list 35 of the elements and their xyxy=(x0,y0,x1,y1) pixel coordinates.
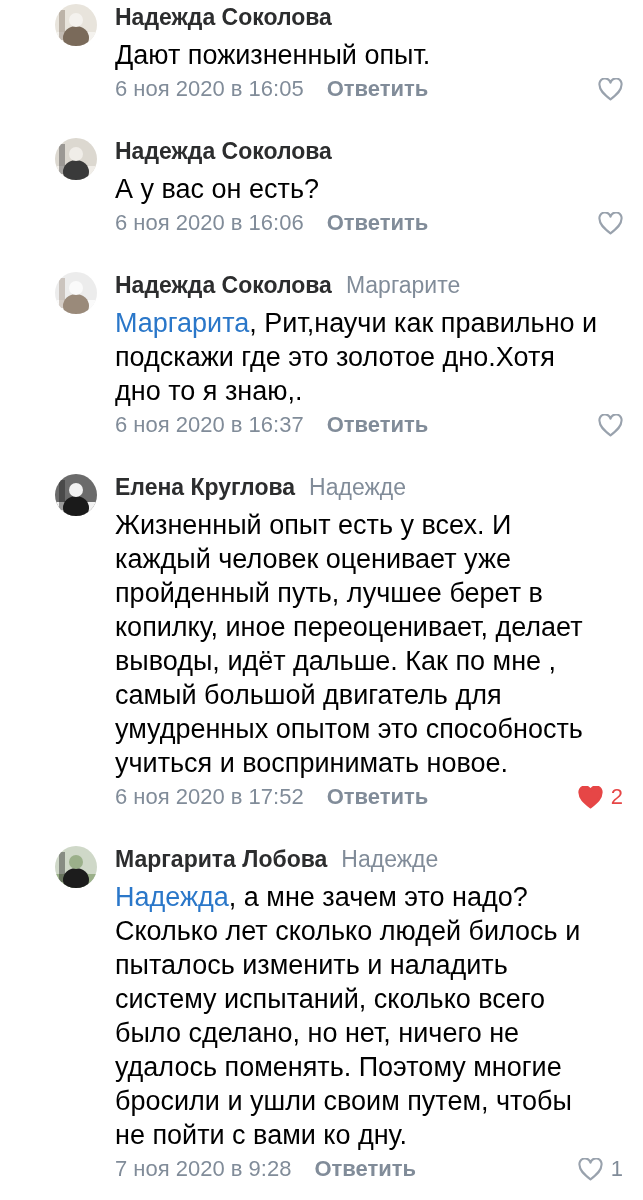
author-name[interactable]: Надежда Соколова xyxy=(115,4,332,31)
comment-text: Жизненный опыт есть у всех. И каждый человек оценивает уже пройденный путь, лучшее берет в копилку, иное переоценивает, делает выводы, идёт дальше. Как по мне , самый большой двигатель для умудренных опытом это способность учиться и воспринимать новое. xyxy=(115,509,584,780)
reply-to-name[interactable]: Надежде xyxy=(309,474,407,501)
reply-to-name[interactable]: Маргарите xyxy=(345,272,461,299)
heart-icon xyxy=(598,77,623,101)
reply-link[interactable]: Ответить xyxy=(326,210,429,236)
comment-text: Надежда, а мне зачем это надо? Сколько лет сколько людей билось и пыталось изменить и наладить систему испытаний, сколько всего было сделано, но нет, ничего не удалось поменять. Поэтому многие бросили и ушли своим путем, чтобы не пойти с вами ко дну. xyxy=(115,881,582,1152)
comment-date: 6 ноя 2020 в 16:37 xyxy=(115,412,304,438)
heart-icon xyxy=(577,785,603,809)
comment-text: Дают пожизненный опыт. xyxy=(115,39,432,72)
mention-link[interactable]: Маргарита xyxy=(115,308,250,338)
comment-date: 6 ноя 2020 в 17:52 xyxy=(115,784,304,810)
author-name[interactable]: Надежда Соколова xyxy=(115,272,332,299)
comment-date: 6 ноя 2020 в 16:05 xyxy=(115,76,304,102)
like-button[interactable]: 1 xyxy=(577,1156,623,1182)
reply-link[interactable]: Ответить xyxy=(326,412,429,438)
reply-link[interactable]: Ответить xyxy=(326,784,429,810)
comment-date: 6 ноя 2020 в 16:06 xyxy=(115,210,304,236)
heart-icon xyxy=(598,413,623,437)
like-button[interactable] xyxy=(598,413,623,437)
heart-icon xyxy=(598,211,623,235)
author-name[interactable]: Маргарита Лобова xyxy=(115,846,328,873)
like-button[interactable] xyxy=(598,77,623,101)
reply-link[interactable]: Ответить xyxy=(314,1156,417,1182)
author-name[interactable]: Надежда Соколова xyxy=(115,138,332,165)
mention-link[interactable]: Надежда xyxy=(115,882,229,912)
comment-date: 7 ноя 2020 в 9:28 xyxy=(115,1156,292,1182)
comment-text: Маргарита, Рит,научи как правильно и подскажи где это золотое дно.Хотя дно то я знаю,. xyxy=(115,307,599,408)
author-name[interactable]: Елена Круглова xyxy=(115,474,296,501)
reply-link[interactable]: Ответить xyxy=(326,76,429,102)
reply-to-name[interactable]: Надежде xyxy=(341,846,439,873)
heart-icon xyxy=(577,1157,603,1181)
like-button[interactable] xyxy=(598,211,623,235)
comment-text: А у вас он есть? xyxy=(115,173,320,206)
like-button[interactable]: 2 xyxy=(577,784,623,810)
